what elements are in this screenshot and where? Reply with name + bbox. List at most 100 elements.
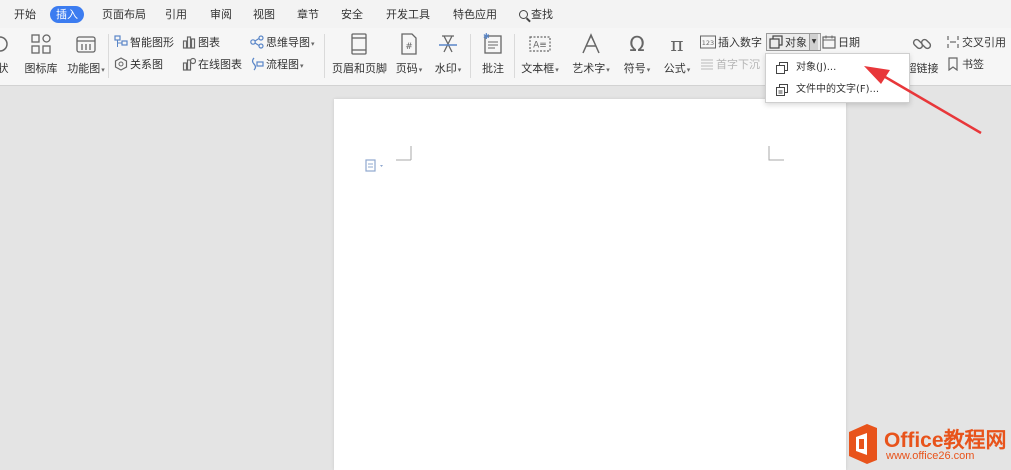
svg-text:A≡: A≡ xyxy=(533,41,547,51)
mind-map-button[interactable]: 思维导图▾ xyxy=(250,34,315,52)
chevron-down-icon: ▾ xyxy=(300,62,304,70)
tab-review[interactable]: 审阅 xyxy=(210,6,232,23)
relation-chart-icon xyxy=(114,57,128,71)
function-chart-button[interactable]: 功能图▾ xyxy=(66,30,106,76)
relation-chart-button[interactable]: 关系图 xyxy=(114,56,163,74)
insert-number-label: 插入数字 xyxy=(718,36,762,49)
shape-icon xyxy=(0,36,8,52)
search-label: 查找 xyxy=(531,8,553,21)
icon-library-button[interactable]: 图标库 xyxy=(24,30,58,76)
link-icon xyxy=(912,38,932,50)
text-box-icon: A≡ xyxy=(529,36,551,52)
flowchart-button[interactable]: 流程图▾ xyxy=(250,56,304,74)
ribbon-separator xyxy=(108,34,109,78)
insert-number-button[interactable]: 123 插入数字 xyxy=(700,34,762,52)
tab-page-layout[interactable]: 页面布局 xyxy=(102,6,146,23)
art-text-label: 艺术字 xyxy=(572,62,606,75)
watermark-url: www.office26.com xyxy=(886,450,975,462)
chevron-down-icon: ▾ xyxy=(646,66,651,74)
svg-text:π: π xyxy=(670,32,683,56)
bar-chart-icon xyxy=(182,36,196,49)
ribbon-separator xyxy=(514,34,515,78)
header-footer-icon xyxy=(351,33,367,55)
smart-graphic-button[interactable]: 智能图形 xyxy=(114,34,174,52)
formula-label: 公式 xyxy=(663,62,686,75)
chevron-down-icon: ▾ xyxy=(686,66,691,74)
mind-map-label: 思维导图 xyxy=(266,36,310,49)
ribbon-separator xyxy=(470,34,471,78)
menu-item-text-from-file-label: 文件中的文字(F)... xyxy=(796,84,880,95)
insert-number-icon: 123 xyxy=(700,35,716,49)
page-margin-marks xyxy=(396,146,784,161)
cross-reference-button[interactable]: 交叉引用 xyxy=(946,34,1006,52)
object-dropdown-menu: 对象(J)... 文件中的文字(F)... xyxy=(765,53,910,103)
tab-references[interactable]: 引用 xyxy=(165,6,187,23)
drop-cap-button[interactable]: 首字下沉 xyxy=(700,56,760,74)
online-chart-label: 在线图表 xyxy=(198,58,242,71)
cross-reference-label: 交叉引用 xyxy=(962,36,1006,49)
drop-cap-icon xyxy=(701,59,713,70)
search-button[interactable]: 查找 xyxy=(519,6,553,23)
pi-icon: π xyxy=(670,32,683,56)
comment-icon: ✱ xyxy=(483,32,502,54)
svg-text:Ω: Ω xyxy=(629,32,644,56)
object-label: 对象 xyxy=(785,36,807,49)
date-label: 日期 xyxy=(838,36,860,49)
paste-options-icon[interactable] xyxy=(365,159,387,173)
relation-chart-label: 关系图 xyxy=(130,58,163,71)
page-number-button[interactable]: # 页码▾ xyxy=(393,30,425,76)
tab-developer[interactable]: 开发工具 xyxy=(386,6,430,23)
art-text-button[interactable]: 艺术字▾ xyxy=(570,30,612,76)
tab-security[interactable]: 安全 xyxy=(341,6,363,23)
formula-button[interactable]: π 公式▾ xyxy=(660,30,694,76)
date-button[interactable]: 日期 xyxy=(822,34,860,52)
chevron-down-icon: ▾ xyxy=(606,66,610,74)
tab-section[interactable]: 章节 xyxy=(297,6,319,23)
watermark-icon xyxy=(439,35,457,53)
chart-label: 图表 xyxy=(198,36,220,49)
online-chart-button[interactable]: 在线图表 xyxy=(182,56,242,74)
search-icon xyxy=(519,10,528,19)
cross-reference-icon xyxy=(947,36,959,48)
shape-label: 状 xyxy=(0,62,9,75)
tab-home[interactable]: 开始 xyxy=(14,6,36,23)
chevron-down-icon: ▾ xyxy=(555,66,559,74)
flowchart-icon xyxy=(251,57,264,71)
icon-library-label: 图标库 xyxy=(24,62,58,75)
text-box-label: 文本框 xyxy=(521,62,555,75)
menu-item-object[interactable]: 对象(J)... xyxy=(766,57,909,79)
chevron-down-icon[interactable]: ▼ xyxy=(809,34,818,50)
tab-view[interactable]: 视图 xyxy=(253,6,275,23)
svg-text:#: # xyxy=(405,42,413,52)
comment-label: 批注 xyxy=(482,62,504,75)
tab-insert[interactable]: 插入 xyxy=(50,6,84,23)
menu-item-text-from-file[interactable]: 文件中的文字(F)... xyxy=(766,79,909,101)
art-text-icon xyxy=(582,33,600,54)
watermark-button[interactable]: 水印▾ xyxy=(432,30,464,76)
tab-special[interactable]: 特色应用 xyxy=(453,6,497,23)
ribbon-separator xyxy=(324,34,325,78)
bookmark-icon xyxy=(948,57,958,72)
watermark-label: 水印 xyxy=(434,62,457,75)
menu-item-object-label: 对象(J)... xyxy=(796,62,837,73)
smart-graphic-label: 智能图形 xyxy=(130,36,174,49)
smart-graphic-icon xyxy=(114,35,128,47)
object-button[interactable]: 对象 ▼ xyxy=(766,33,821,51)
chart-button[interactable]: 图表 xyxy=(182,34,220,52)
page-number-label: 页码 xyxy=(395,62,418,75)
document-page[interactable] xyxy=(334,99,846,470)
flowchart-label: 流程图 xyxy=(266,58,299,71)
bookmark-button[interactable]: 书签 xyxy=(946,56,984,74)
comment-button[interactable]: ✱ 批注 xyxy=(478,30,508,76)
header-footer-button[interactable]: 页眉和页脚 xyxy=(332,30,387,76)
chevron-down-icon: ▾ xyxy=(457,66,462,74)
mind-map-icon xyxy=(250,35,264,49)
drop-cap-label: 首字下沉 xyxy=(716,58,760,71)
text-box-button[interactable]: A≡ 文本框▾ xyxy=(520,30,560,76)
svg-text:✱: ✱ xyxy=(483,32,490,41)
shape-button[interactable]: 状 xyxy=(0,30,14,76)
symbol-button[interactable]: Ω 符号▾ xyxy=(620,30,654,76)
file-text-icon xyxy=(776,84,788,96)
bookmark-label: 书签 xyxy=(962,58,984,71)
header-footer-label: 页眉和页脚 xyxy=(332,62,387,75)
